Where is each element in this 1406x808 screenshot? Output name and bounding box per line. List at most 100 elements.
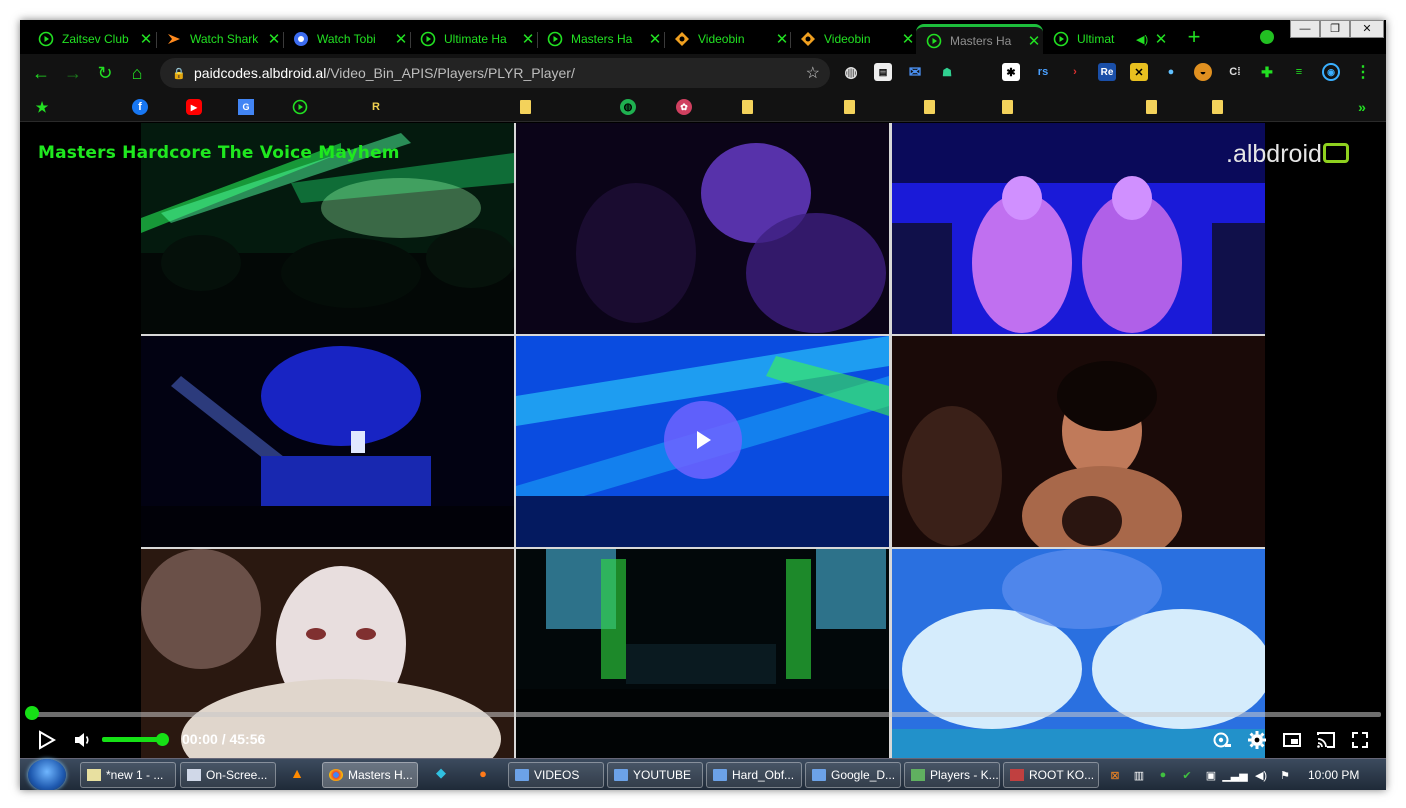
facebook-icon[interactable]: f	[132, 99, 148, 115]
reader-extension-icon[interactable]: ▤	[874, 63, 892, 81]
profile-icon[interactable]	[1260, 30, 1274, 44]
reload-icon[interactable]: ↻	[92, 60, 118, 86]
taskbar-item-label: On-Scree...	[206, 768, 268, 782]
taskbar-item-videos[interactable]: VIDEOS	[508, 762, 604, 788]
folder-icon[interactable]	[1146, 100, 1157, 114]
close-icon[interactable]: ✕	[1025, 32, 1043, 50]
earth-extension-icon[interactable]: ●	[1162, 63, 1180, 81]
bookmark-star-icon[interactable]: ☆	[806, 63, 820, 83]
volume-tray-icon[interactable]: ◀)	[1254, 768, 1268, 782]
start-button[interactable]	[28, 759, 66, 790]
taskbar-item-players[interactable]: Players - K...	[904, 762, 1000, 788]
new-tab-button[interactable]: +	[1180, 26, 1208, 50]
close-window-button[interactable]: ✕	[1350, 20, 1384, 38]
menu-icon[interactable]: ⋮	[1354, 63, 1372, 81]
video-player[interactable]: Masters Hardcore The Voice Mayhem .albdr…	[20, 123, 1386, 759]
close-icon[interactable]: ✕	[392, 30, 410, 48]
folder-icon[interactable]	[1002, 100, 1013, 114]
translate-icon[interactable]: G	[238, 99, 254, 115]
re-extension-icon[interactable]: Re	[1098, 63, 1116, 81]
close-icon[interactable]: ✕	[899, 30, 917, 48]
video-title: Masters Hardcore The Voice Mayhem	[38, 143, 400, 163]
speaker-icon[interactable]: ◀)	[1136, 33, 1152, 46]
volume-slider[interactable]	[102, 737, 164, 742]
clock[interactable]: 10:00 PM	[1308, 768, 1359, 782]
puzzle-icon[interactable]: ✚	[1258, 63, 1276, 81]
usb-icon[interactable]: ▣	[1204, 768, 1218, 782]
snowflake-extension-icon[interactable]: ✱	[1002, 63, 1020, 81]
tab-ultimat-audio[interactable]: Ultimat ◀) ✕	[1043, 24, 1170, 54]
taskbar-item-hard-obf[interactable]: Hard_Obf...	[706, 762, 802, 788]
r-bookmark-icon[interactable]: R	[368, 99, 384, 115]
folder-icon[interactable]	[520, 100, 531, 114]
star-icon[interactable]: ★	[34, 99, 50, 115]
pip-button[interactable]	[1278, 726, 1306, 754]
tab-watch-shark[interactable]: Watch Shark ✕	[156, 24, 283, 54]
flag-icon[interactable]: ⚑	[1278, 768, 1292, 782]
taskbar-item-osk[interactable]: On-Scree...	[180, 762, 276, 788]
xampp-icon[interactable]: ⊠	[1108, 768, 1122, 782]
more-bookmarks-icon[interactable]: »	[1354, 99, 1370, 115]
globe-bookmark-icon[interactable]: ◍	[620, 99, 636, 115]
firefox-icon[interactable]: ●	[476, 766, 490, 781]
back-icon[interactable]: ←	[28, 60, 54, 86]
taskbar-item-notepad[interactable]: *new 1 - ...	[80, 762, 176, 788]
tab-watch-tobi[interactable]: Watch Tobi ✕	[283, 24, 410, 54]
tab-zaitsev-club[interactable]: Zaitsev Club ✕	[28, 24, 155, 54]
taskbar-item-youtube[interactable]: YOUTUBE	[607, 762, 703, 788]
close-icon[interactable]: ✕	[265, 30, 283, 48]
play-overlay-button[interactable]	[664, 401, 742, 479]
mute-button[interactable]	[68, 726, 96, 754]
tab-ultimate-ha[interactable]: Ultimate Ha ✕	[410, 24, 537, 54]
shield-icon[interactable]: ✔	[1180, 768, 1194, 782]
network-monitor-icon[interactable]: ▥	[1132, 768, 1146, 782]
globe-icon[interactable]: ◍	[842, 63, 860, 81]
download-button[interactable]	[1208, 726, 1236, 754]
folder-icon[interactable]	[924, 100, 935, 114]
home-icon[interactable]: ⌂	[124, 60, 150, 86]
youtube-icon[interactable]: ▶	[186, 99, 202, 115]
tab-videobin-2[interactable]: Videobin ✕	[790, 24, 917, 54]
close-icon[interactable]: ✕	[519, 30, 537, 48]
chrome-tray-icon[interactable]: ●	[1156, 768, 1170, 782]
taskbar-item-chrome[interactable]: Masters H...	[322, 762, 418, 788]
x-extension-icon[interactable]: ✕	[1130, 63, 1148, 81]
mail-icon[interactable]: ✉	[906, 63, 924, 81]
tab-masters-ha-active[interactable]: Masters Ha ✕	[916, 24, 1043, 54]
address-bar[interactable]: 🔒 paidcodes.albdroid.al/Video_Bin_APIS/P…	[160, 58, 830, 88]
folder-icon[interactable]	[1212, 100, 1223, 114]
play-circle-icon[interactable]	[292, 99, 308, 115]
tv-logo-icon	[1322, 143, 1349, 163]
red-circle-bookmark-icon[interactable]: ✿	[676, 99, 692, 115]
progress-bar[interactable]	[32, 712, 1381, 717]
forward-icon[interactable]: →	[60, 60, 86, 86]
folder-icon[interactable]	[844, 100, 855, 114]
cookie-extension-icon[interactable]: ◒	[1194, 63, 1212, 81]
tab-masters-ha[interactable]: Masters Ha ✕	[537, 24, 664, 54]
robot-extension-icon[interactable]: ☗	[938, 63, 956, 81]
rs-extension-icon[interactable]: rs	[1034, 63, 1052, 81]
progress-handle[interactable]	[25, 706, 39, 720]
play-button[interactable]	[32, 726, 60, 754]
taskbar-item-root-ko[interactable]: ROOT KO...	[1003, 762, 1099, 788]
cast-button[interactable]	[1312, 726, 1340, 754]
playlist-icon[interactable]: ≡	[1290, 63, 1308, 81]
vlc-icon[interactable]: ▲	[290, 765, 304, 781]
volume-handle[interactable]	[156, 733, 169, 746]
folder-icon[interactable]	[742, 100, 753, 114]
kodi-icon[interactable]: ◆	[434, 765, 448, 780]
maximize-button[interactable]: ❐	[1320, 20, 1350, 38]
close-icon[interactable]: ✕	[646, 30, 664, 48]
red-arrow-extension-icon[interactable]: ›	[1066, 63, 1084, 81]
fullscreen-button[interactable]	[1346, 726, 1374, 754]
close-icon[interactable]: ✕	[773, 30, 791, 48]
minimize-button[interactable]: —	[1290, 20, 1320, 38]
close-icon[interactable]: ✕	[137, 30, 155, 48]
tab-videobin[interactable]: Videobin ✕	[664, 24, 791, 54]
ci-extension-icon[interactable]: C⁞	[1226, 63, 1244, 81]
taskbar-item-google-d[interactable]: Google_D...	[805, 762, 901, 788]
settings-button[interactable]	[1243, 726, 1271, 754]
circle-extension-icon[interactable]: ◉	[1322, 63, 1340, 81]
close-icon[interactable]: ✕	[1152, 30, 1170, 48]
signal-icon[interactable]: ▁▃▅	[1222, 768, 1247, 782]
